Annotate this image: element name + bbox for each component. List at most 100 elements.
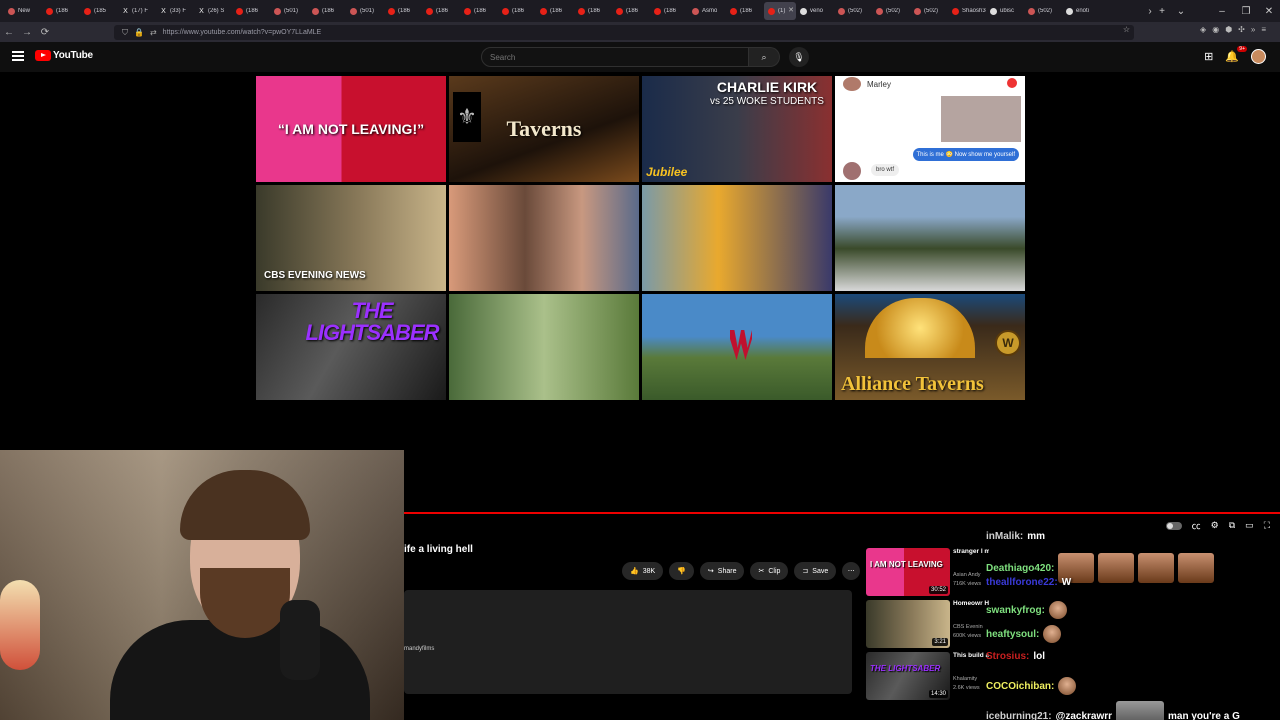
miniplayer-icon[interactable]: ⧉	[1229, 520, 1235, 531]
puzzle-icon[interactable]: ✣	[1238, 25, 1245, 34]
more-actions-button[interactable]: ⋯	[842, 562, 861, 580]
end-screen-video-thumbnail[interactable]: CHARLIE KIRK vs 25 WOKE STUDENTS Jubilee	[642, 76, 832, 182]
dislike-button[interactable]: 👎	[669, 562, 694, 580]
browser-tab[interactable]: X (17) F	[118, 2, 156, 20]
end-screen-video-thumbnail[interactable]: ⚜ Taverns	[449, 76, 639, 182]
back-button[interactable]: ←	[0, 23, 18, 41]
tab-close-icon[interactable]: ✕	[788, 6, 794, 14]
browser-tab[interactable]: X (33) F	[156, 2, 194, 20]
tab-favicon-icon	[1028, 7, 1035, 15]
browser-tab[interactable]: (186	[536, 2, 574, 20]
theater-mode-icon[interactable]: ▭	[1245, 520, 1254, 531]
browser-tab[interactable]: X (26) S	[194, 2, 232, 20]
fullscreen-icon[interactable]: ⛶	[1264, 520, 1270, 531]
forward-button[interactable]: →	[18, 23, 36, 41]
recommended-thumbnail[interactable]: THE LIGHTSABER 14:30	[866, 652, 950, 700]
browser-tab[interactable]: ubisc	[986, 2, 1024, 20]
recommended-title[interactable]: This build anything	[953, 652, 989, 660]
maximize-window-button[interactable]: ❐	[1236, 0, 1256, 22]
browser-tab[interactable]: Asmo	[688, 2, 726, 20]
recommended-thumbnail[interactable]: I AM NOT LEAVING 30:52	[866, 548, 950, 596]
voice-search-button[interactable]: 🎙	[789, 47, 809, 67]
browser-tab[interactable]: New	[4, 2, 42, 20]
settings-gear-icon[interactable]: ⚙	[1211, 520, 1219, 531]
browser-tab[interactable]: (1) ✕	[764, 2, 796, 20]
browser-tab[interactable]: (186	[612, 2, 650, 20]
browser-tab[interactable]: veno	[796, 2, 834, 20]
save-button[interactable]: ⊐ Save	[794, 562, 837, 580]
end-screen-video-thumbnail[interactable]	[835, 185, 1025, 291]
end-screen-video-thumbnail[interactable]	[449, 185, 639, 291]
end-screen-video-thumbnail[interactable]: “I AM NOT LEAVING!”	[256, 76, 446, 182]
hamburger-menu-icon[interactable]	[12, 51, 24, 61]
clip-button[interactable]: ✂ Clip	[750, 562, 789, 580]
recommended-channel[interactable]: CBS Evenin	[953, 624, 989, 630]
search-box[interactable]	[481, 47, 749, 67]
browser-tab[interactable]: (186	[574, 2, 612, 20]
end-screen-video-thumbnail[interactable]	[642, 185, 832, 291]
browser-tab[interactable]: (186	[650, 2, 688, 20]
pocket-icon[interactable]: ◈	[1200, 25, 1206, 34]
browser-tab[interactable]: (502)	[1024, 2, 1062, 20]
browser-tab[interactable]: (186	[726, 2, 764, 20]
recommended-video[interactable]: I AM NOT LEAVING 30:52 stranger l made h…	[866, 548, 989, 596]
shield-icon[interactable]: ⛉	[122, 28, 128, 38]
address-bar[interactable]: ⛉ 🔒 ⇄ https://www.youtube.com/watch?v=pw…	[114, 25, 1134, 40]
permissions-icon[interactable]: ⇄	[150, 28, 157, 37]
app-menu-icon[interactable]: ≡	[1261, 25, 1266, 34]
browser-tab[interactable]: (186	[498, 2, 536, 20]
browser-tab[interactable]: (501)	[270, 2, 308, 20]
create-video-icon[interactable]: ⊞	[1204, 50, 1213, 63]
notifications-bell-icon[interactable]: 🔔 9+	[1225, 46, 1247, 63]
youtube-logo[interactable]: YouTube	[35, 50, 93, 61]
browser-tab[interactable]: (501)	[346, 2, 384, 20]
end-screen-video-thumbnail[interactable]: CBS EVENING NEWS	[256, 185, 446, 291]
end-screen-video-thumbnail[interactable]: THE LIGHTSABER	[256, 294, 446, 400]
extension-icon[interactable]: ⬢	[1225, 25, 1232, 34]
reload-button[interactable]: ⟳	[36, 23, 54, 41]
recommended-thumbnail[interactable]: 3:21	[866, 600, 950, 648]
recommended-title[interactable]: Homeowr Hunter” to	[953, 600, 989, 608]
browser-tab[interactable]: enoti	[1062, 2, 1100, 20]
recommended-video[interactable]: 3:21 Homeowr Hunter” to CBS Evenin 600K …	[866, 600, 989, 648]
share-button[interactable]: ↪ Share	[699, 562, 745, 580]
recommended-channel[interactable]: Asian Andy	[953, 572, 989, 578]
end-screen-grid: “I AM NOT LEAVING!” ⚜ Taverns CHARLIE KIRK v…	[256, 76, 1025, 400]
minimize-window-button[interactable]: –	[1212, 0, 1232, 22]
browser-tab[interactable]: (502)	[872, 2, 910, 20]
recommended-channel[interactable]: Khalamity	[953, 676, 989, 682]
search-input[interactable]	[490, 52, 748, 62]
description-box[interactable]	[404, 590, 852, 694]
browser-tab[interactable]: (185	[80, 2, 118, 20]
account-icon[interactable]: ◉	[1212, 25, 1219, 34]
video-progress-bar[interactable]	[404, 512, 1280, 514]
autoplay-toggle[interactable]	[1165, 521, 1182, 530]
end-screen-video-thumbnail[interactable]	[642, 294, 832, 400]
browser-tab[interactable]: (186	[232, 2, 270, 20]
browser-tab[interactable]: (186	[42, 2, 80, 20]
extensions-menu-icon[interactable]: »	[1251, 25, 1255, 34]
lock-icon[interactable]: 🔒	[134, 28, 144, 37]
end-screen-video-thumbnail[interactable]: Marley This is me 😳 Now show me yourself b…	[835, 76, 1025, 182]
account-avatar[interactable]	[1251, 49, 1266, 64]
tab-list-chevron-icon[interactable]: ⌄	[1171, 0, 1191, 22]
browser-tab[interactable]: (502)	[910, 2, 948, 20]
end-screen-video-thumbnail[interactable]	[449, 294, 639, 400]
bookmark-star-icon[interactable]: ☆	[1123, 25, 1130, 34]
like-button[interactable]: 👍 38K	[622, 562, 664, 580]
new-tab-button[interactable]: +	[1152, 0, 1172, 22]
search-button[interactable]: ⌕	[749, 47, 780, 67]
recommended-video[interactable]: THE LIGHTSABER 14:30 This build anything…	[866, 652, 989, 700]
browser-tab[interactable]: (502)	[834, 2, 872, 20]
browser-tab[interactable]: (186	[460, 2, 498, 20]
channel-handle[interactable]: mandyfilms	[404, 646, 434, 652]
close-window-button[interactable]: ✕	[1259, 0, 1279, 22]
recommended-title[interactable]: stranger l made her	[953, 548, 989, 556]
browser-tab[interactable]: (186	[308, 2, 346, 20]
browser-tab[interactable]: Shaosh3d	[948, 2, 986, 20]
browser-tab[interactable]: (186	[384, 2, 422, 20]
emote-icon	[1058, 677, 1077, 695]
url-text[interactable]: https://www.youtube.com/watch?v=pwOY7LLa…	[163, 29, 322, 36]
browser-tab[interactable]: (186	[422, 2, 460, 20]
end-screen-video-thumbnail[interactable]: W Alliance Taverns	[835, 294, 1025, 400]
